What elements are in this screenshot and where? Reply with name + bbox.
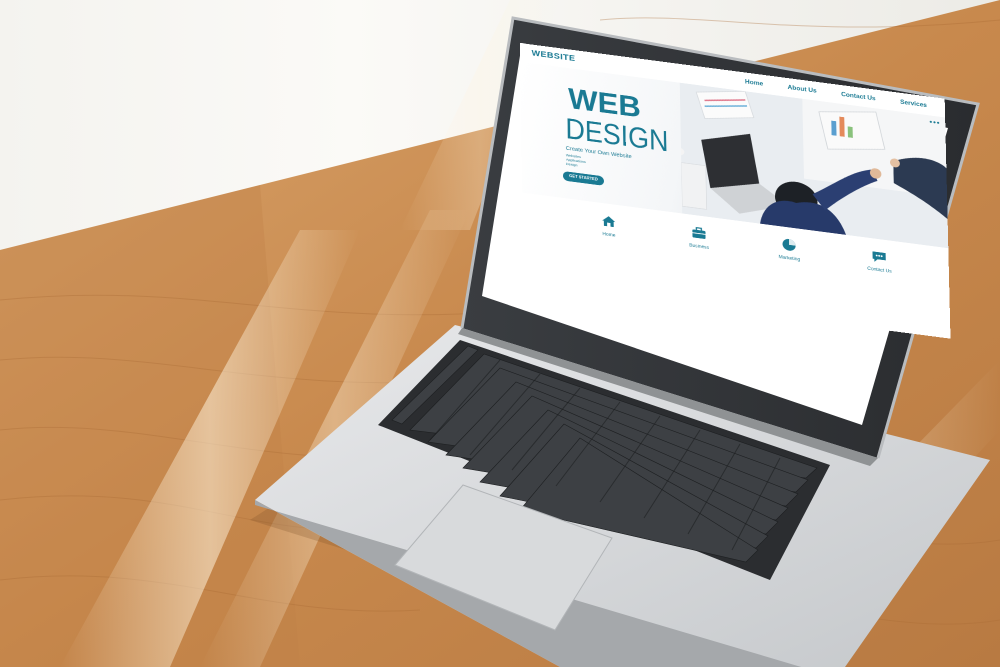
hero-list: Websites Applications Design (566, 153, 586, 169)
nav-home[interactable]: Home (745, 78, 763, 87)
feature-label: Home (580, 229, 638, 241)
feature-business[interactable]: Business (670, 222, 728, 253)
feature-marketing[interactable]: Marketing (760, 234, 818, 265)
get-started-button[interactable]: GET STARTED (563, 171, 604, 186)
site-logo[interactable]: WEBSITE (532, 49, 576, 63)
feature-home[interactable]: Home (580, 210, 638, 241)
home-icon (600, 213, 617, 230)
feature-label: Business (670, 241, 727, 253)
nav-services[interactable]: Services (900, 99, 927, 109)
chat-icon (871, 248, 888, 265)
feature-contact-us[interactable]: Contact Us (850, 246, 908, 277)
more-menu-icon[interactable]: ••• (929, 118, 940, 127)
feature-label: Contact Us (851, 265, 908, 277)
feature-label: Marketing (761, 253, 818, 265)
nav-about-us[interactable]: About Us (788, 84, 817, 94)
nav-contact-us[interactable]: Contact Us (841, 91, 876, 102)
briefcase-icon (691, 225, 708, 242)
photo-scene: WEBSITE Home About Us Contact Us Service… (0, 0, 1000, 667)
pie-chart-icon (781, 236, 798, 253)
